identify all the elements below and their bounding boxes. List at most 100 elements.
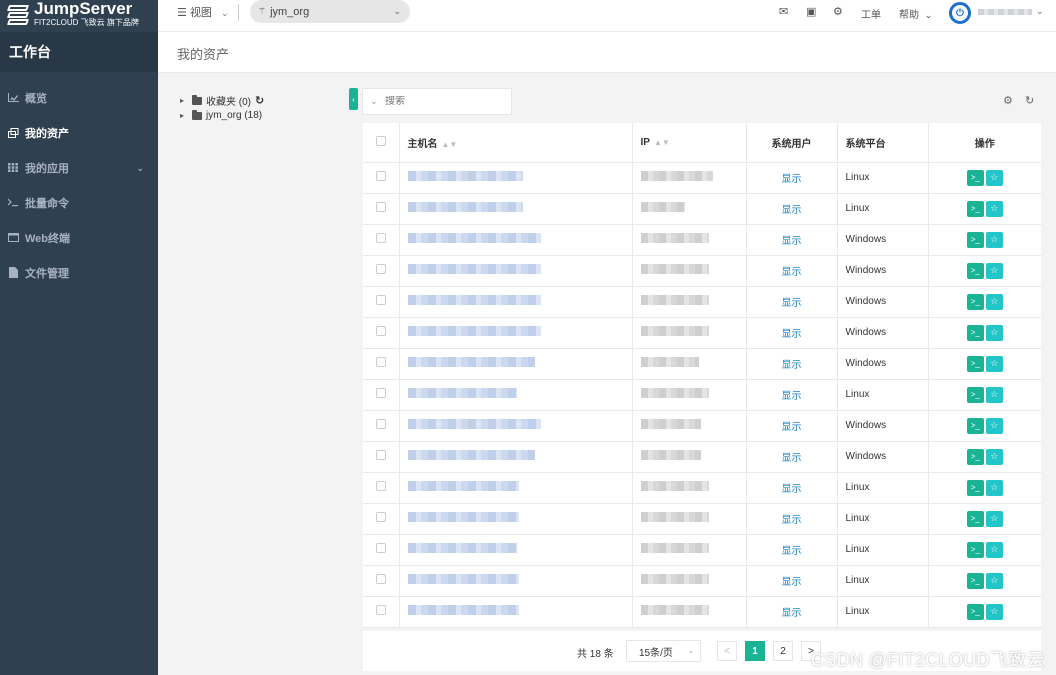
- connect-terminal-button[interactable]: >_: [966, 417, 984, 434]
- hostname-link-blurred[interactable]: [407, 295, 541, 305]
- col-hostname[interactable]: 主机名 ▲▼: [398, 123, 632, 163]
- username-blurred[interactable]: [978, 9, 1032, 15]
- show-system-user-link[interactable]: 显示: [782, 515, 802, 526]
- chevron-down-icon[interactable]: ⌄: [1036, 6, 1044, 17]
- show-system-user-link[interactable]: 显示: [782, 267, 802, 278]
- favorite-button[interactable]: ☆: [985, 603, 1003, 620]
- hostname-link-blurred[interactable]: [407, 326, 541, 336]
- search-box[interactable]: ⌄: [362, 88, 512, 115]
- page-size-select[interactable]: 15条/页 ⌄: [626, 640, 701, 662]
- settings-gear-icon[interactable]: ⚙: [833, 5, 843, 18]
- show-system-user-link[interactable]: 显示: [782, 422, 802, 433]
- row-checkbox[interactable]: [375, 357, 386, 367]
- table-row[interactable]: 显示 Windows >_ ☆: [363, 348, 1041, 380]
- row-checkbox[interactable]: [375, 450, 386, 460]
- row-checkbox[interactable]: [375, 574, 386, 584]
- table-row[interactable]: 显示 Windows >_ ☆: [363, 286, 1041, 318]
- help-menu[interactable]: 帮助 ⌄: [899, 6, 932, 21]
- connect-terminal-button[interactable]: >_: [966, 448, 984, 465]
- favorite-button[interactable]: ☆: [985, 572, 1003, 589]
- chevron-right-icon[interactable]: ▸: [180, 111, 192, 120]
- row-checkbox[interactable]: [375, 605, 386, 615]
- table-row[interactable]: 显示 Linux >_ ☆: [363, 596, 1041, 628]
- table-row[interactable]: 显示 Linux >_ ☆: [363, 472, 1041, 504]
- table-settings-gear-icon[interactable]: ⚙: [1003, 94, 1013, 107]
- row-checkbox[interactable]: [375, 419, 386, 429]
- favorite-button[interactable]: ☆: [985, 200, 1003, 217]
- row-checkbox[interactable]: [375, 543, 386, 553]
- hostname-link-blurred[interactable]: [407, 357, 535, 367]
- show-system-user-link[interactable]: 显示: [782, 608, 802, 619]
- tree-node-favorites[interactable]: ▸ 收藏夹 (0) ↻: [180, 93, 264, 108]
- view-menu-button[interactable]: ☰ 视图 ⌄: [177, 4, 229, 20]
- connect-terminal-button[interactable]: >_: [966, 479, 984, 496]
- connect-terminal-button[interactable]: >_: [966, 262, 984, 279]
- col-ip[interactable]: IP ▲▼: [631, 123, 746, 163]
- show-system-user-link[interactable]: 显示: [782, 236, 802, 247]
- row-checkbox[interactable]: [375, 512, 386, 522]
- hostname-link-blurred[interactable]: [407, 388, 517, 398]
- favorite-button[interactable]: ☆: [985, 448, 1003, 465]
- table-row[interactable]: 显示 Linux >_ ☆: [363, 565, 1041, 597]
- connect-terminal-button[interactable]: >_: [966, 355, 984, 372]
- page-button-2[interactable]: 2: [773, 641, 793, 661]
- chevron-right-icon[interactable]: ▸: [180, 96, 192, 105]
- favorite-button[interactable]: ☆: [985, 355, 1003, 372]
- favorite-button[interactable]: ☆: [985, 231, 1003, 248]
- show-system-user-link[interactable]: 显示: [782, 298, 802, 309]
- connect-terminal-button[interactable]: >_: [966, 510, 984, 527]
- hostname-link-blurred[interactable]: [407, 264, 541, 274]
- search-input[interactable]: [385, 96, 495, 107]
- refresh-icon[interactable]: ↻: [255, 94, 264, 107]
- connect-terminal-button[interactable]: >_: [966, 200, 984, 217]
- hostname-link-blurred[interactable]: [407, 605, 519, 615]
- row-checkbox[interactable]: [375, 171, 386, 181]
- connect-terminal-button[interactable]: >_: [966, 386, 984, 403]
- show-system-user-link[interactable]: 显示: [782, 546, 802, 557]
- table-row[interactable]: 显示 Linux >_ ☆: [363, 162, 1041, 194]
- favorite-button[interactable]: ☆: [985, 510, 1003, 527]
- favorite-button[interactable]: ☆: [985, 262, 1003, 279]
- prev-page-button[interactable]: <: [717, 641, 737, 661]
- table-row[interactable]: 显示 Windows >_ ☆: [363, 255, 1041, 287]
- hostname-link-blurred[interactable]: [407, 574, 519, 584]
- show-system-user-link[interactable]: 显示: [782, 174, 802, 185]
- table-row[interactable]: 显示 Windows >_ ☆: [363, 441, 1041, 473]
- row-checkbox[interactable]: [375, 481, 386, 491]
- favorite-button[interactable]: ☆: [985, 541, 1003, 558]
- show-system-user-link[interactable]: 显示: [782, 360, 802, 371]
- table-row[interactable]: 显示 Linux >_ ☆: [363, 534, 1041, 566]
- show-system-user-link[interactable]: 显示: [782, 391, 802, 402]
- show-system-user-link[interactable]: 显示: [782, 484, 802, 495]
- tree-node-org[interactable]: ▸ jym_org (18): [180, 108, 264, 123]
- connect-terminal-button[interactable]: >_: [966, 541, 984, 558]
- page-button-1[interactable]: 1: [745, 641, 765, 661]
- favorite-button[interactable]: ☆: [985, 479, 1003, 496]
- connect-terminal-button[interactable]: >_: [966, 169, 984, 186]
- tree-collapse-toggle[interactable]: ‹: [349, 88, 358, 110]
- favorite-button[interactable]: ☆: [985, 169, 1003, 186]
- sidebar-item-web-terminal[interactable]: Web终端: [0, 220, 158, 255]
- select-all-checkbox[interactable]: [375, 135, 386, 146]
- row-checkbox[interactable]: [375, 202, 386, 212]
- web-terminal-icon[interactable]: ▣: [806, 5, 816, 18]
- row-checkbox[interactable]: [375, 326, 386, 336]
- hostname-link-blurred[interactable]: [407, 202, 523, 212]
- sort-icon[interactable]: ▲▼: [442, 140, 458, 149]
- row-checkbox[interactable]: [375, 264, 386, 274]
- table-row[interactable]: 显示 Windows >_ ☆: [363, 410, 1041, 442]
- sidebar-item-overview[interactable]: 概览: [0, 80, 158, 115]
- connect-terminal-button[interactable]: >_: [966, 293, 984, 310]
- sidebar-item-my-apps[interactable]: 我的应用 ⌄: [0, 150, 158, 185]
- hostname-link-blurred[interactable]: [407, 171, 523, 181]
- hostname-link-blurred[interactable]: [407, 543, 517, 553]
- show-system-user-link[interactable]: 显示: [782, 453, 802, 464]
- row-checkbox[interactable]: [375, 233, 386, 243]
- hostname-link-blurred[interactable]: [407, 450, 535, 460]
- hostname-link-blurred[interactable]: [407, 512, 519, 522]
- table-row[interactable]: 显示 Windows >_ ☆: [363, 317, 1041, 349]
- table-row[interactable]: 显示 Linux >_ ☆: [363, 379, 1041, 411]
- show-system-user-link[interactable]: 显示: [782, 205, 802, 216]
- favorite-button[interactable]: ☆: [985, 293, 1003, 310]
- favorite-button[interactable]: ☆: [985, 386, 1003, 403]
